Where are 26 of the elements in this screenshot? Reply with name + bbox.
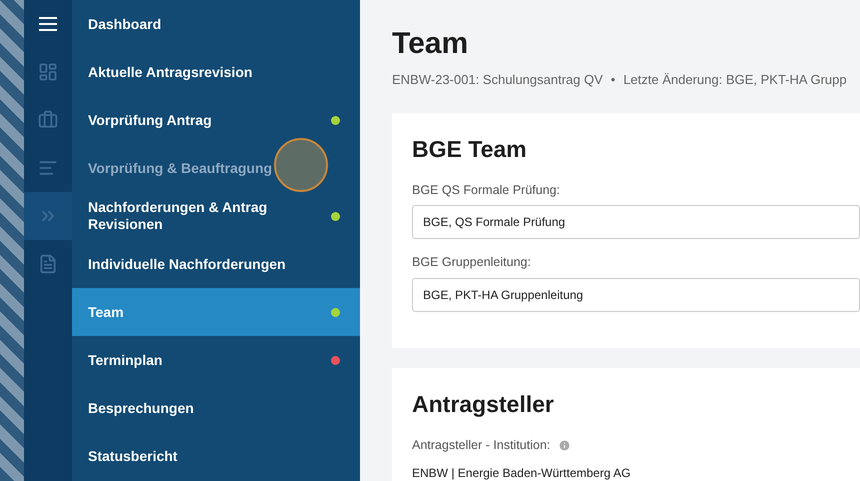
rail-item[interactable]: [24, 192, 72, 240]
nav-item[interactable]: Besprechungen: [72, 384, 360, 432]
nav-item[interactable]: Dashboard: [72, 0, 360, 48]
card-title: Antragsteller: [412, 390, 555, 418]
dashboard-icon: [38, 62, 58, 82]
nav-item[interactable]: Vorprüfung Antrag: [72, 96, 360, 144]
nav-item[interactable]: Team: [72, 288, 360, 336]
nav-item[interactable]: Individuelle Nachforderungen: [72, 240, 360, 288]
subtitle: ENBW-23-001: Schulungsantrag QV: [392, 71, 603, 89]
field-label: Antragsteller - Institution:: [412, 437, 550, 454]
separator-dot: •: [610, 71, 616, 89]
document-icon: [38, 254, 58, 274]
nav-item[interactable]: Aktuelle Antragsrevision: [72, 48, 360, 96]
field-label: BGE QS Formale Prüfung:: [412, 182, 560, 199]
cursor-highlight: [274, 138, 328, 192]
field-value: ENBW | Energie Baden-Württemberg AG: [412, 466, 631, 480]
nav-item[interactable]: Nachforderungen & Antrag Revisionen: [72, 192, 360, 240]
nav-item[interactable]: Terminplan: [72, 336, 360, 384]
input-field[interactable]: BGE, PKT-HA Gruppenleitung: [412, 278, 860, 312]
nav-item[interactable]: Statusbericht: [72, 432, 360, 480]
field-label: BGE Gruppenleitung:: [412, 254, 531, 272]
last-change: Letzte Änderung: BGE, PKT-HA Grupp: [623, 71, 847, 89]
card-title: BGE Team: [412, 134, 528, 162]
page-title: Team: [392, 26, 470, 62]
briefcase-icon: [38, 110, 58, 130]
input-field[interactable]: BGE, QS Formale Prüfung: [412, 205, 860, 240]
